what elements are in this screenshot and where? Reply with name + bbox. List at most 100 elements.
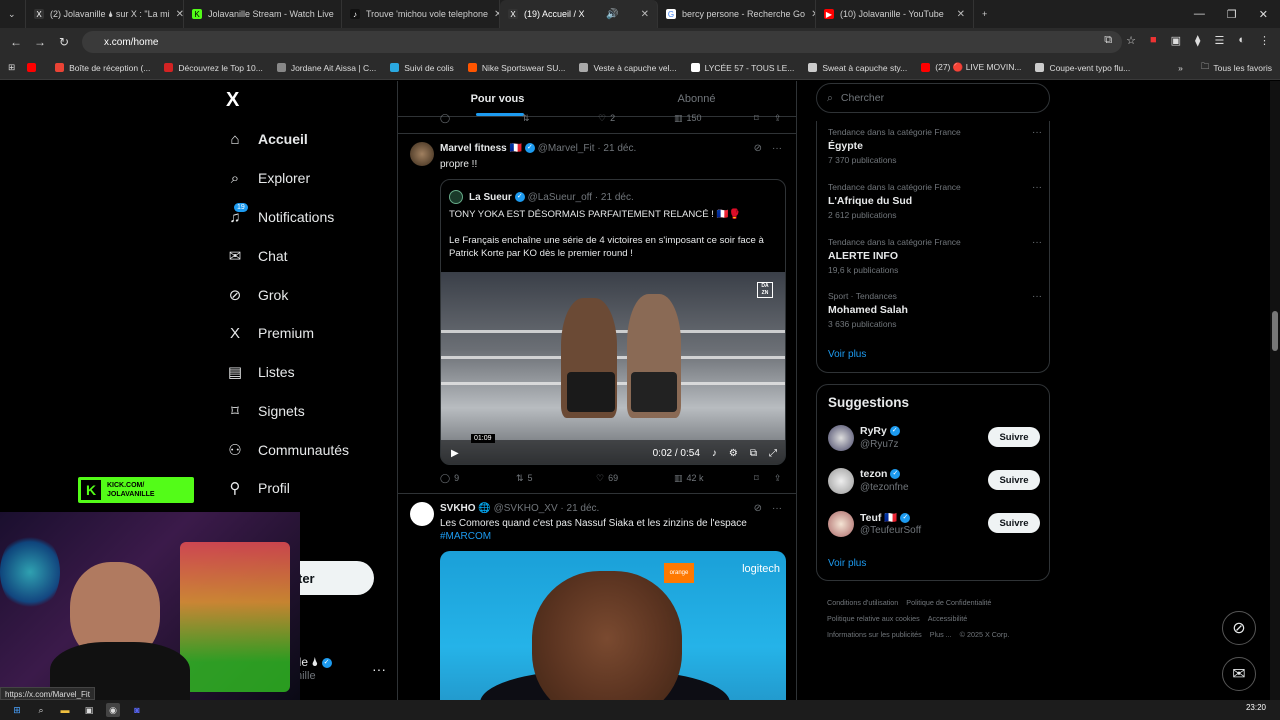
bookmark-item[interactable] (27, 63, 41, 72)
settings-icon[interactable]: ⚙ (729, 448, 738, 459)
more-dots-icon[interactable]: ··· (772, 503, 782, 514)
follow-button[interactable]: Suivre (988, 513, 1040, 533)
nav-chat[interactable]: ✉ Chat (220, 241, 288, 271)
messages-float-button[interactable]: ✉ (1222, 657, 1256, 691)
suggestion-item[interactable]: tezon ✓ @tezonfne Suivre (828, 468, 1040, 498)
trend-item[interactable]: Tendance dans la catégorie France ALERTE … (828, 237, 1042, 275)
browser-tab-active[interactable]: X (19) Accueil / X 🔊 ✕ (500, 0, 658, 28)
scrollbar-thumb[interactable] (1272, 311, 1278, 351)
scrollbar[interactable] (1270, 81, 1280, 700)
more-dots-icon[interactable]: ··· (372, 661, 386, 677)
chrome-icon[interactable]: ◉ (106, 703, 120, 717)
share-icon[interactable]: ⇪ (774, 473, 782, 484)
reply-icon[interactable]: ◯ (440, 113, 450, 124)
nav-profil[interactable]: ⚲ Profil (220, 473, 290, 503)
bookmark-icon[interactable]: ⌑ (754, 473, 759, 484)
install-icon[interactable]: ⧉ (1104, 34, 1112, 47)
more-dots-icon[interactable]: ··· (1032, 182, 1042, 193)
reload-icon[interactable]: ↻ (52, 35, 76, 49)
like-button[interactable]: ♡ 2 (598, 113, 615, 124)
extension-icon[interactable]: ▣ (1171, 34, 1181, 47)
fullscreen-icon[interactable]: ⤢ (769, 448, 777, 459)
footer-link[interactable]: Politique de Confidentialité (906, 598, 991, 607)
footer-link[interactable]: Informations sur les publicités (827, 630, 922, 639)
follow-button[interactable]: Suivre (988, 470, 1040, 490)
extension-red-icon[interactable]: ■ (1150, 34, 1157, 47)
bookmark-item[interactable]: LYCÉE 57 - TOUS LE... (690, 63, 794, 73)
bookmark-item[interactable]: Jordane Ait Aissa | C... (276, 63, 376, 73)
volume-icon[interactable]: ♪ (712, 448, 717, 459)
nav-listes[interactable]: ▤ Listes (220, 357, 295, 387)
close-window-icon[interactable]: ✕ (1259, 8, 1268, 21)
all-bookmarks[interactable]: 🗀 Tous les favoris (1201, 61, 1272, 75)
forward-arrow-icon[interactable]: → (28, 35, 52, 49)
profile-avatar-icon[interactable]: ◐ (1238, 34, 1245, 47)
reply-button[interactable]: ◯ 9 (440, 473, 459, 484)
bookmark-item[interactable]: Coupe-vent typo flu... (1035, 63, 1130, 73)
nav-communautes[interactable]: ⚇ Communautés (220, 435, 349, 465)
avatar[interactable] (410, 502, 434, 526)
quoted-tweet[interactable]: La Sueur ✓ @LaSueur_off · 21 déc. TONY YO… (440, 179, 786, 465)
apps-grid-icon[interactable]: ⊞ (8, 62, 15, 73)
chevron-right-icon[interactable]: » (1178, 63, 1183, 73)
bookmark-item[interactable]: Nike Sportswear SU... (467, 63, 565, 73)
trends-show-more[interactable]: Voir plus (828, 349, 866, 360)
browser-tab[interactable]: ♪Trouve 'michou vole telephone✕ (342, 0, 500, 28)
close-icon[interactable]: ✕ (635, 9, 649, 20)
suggestions-show-more[interactable]: Voir plus (828, 558, 866, 569)
search-icon[interactable]: ⌕ (34, 703, 48, 717)
puzzle-icon[interactable]: ⧫ (1195, 34, 1200, 47)
close-icon[interactable]: ✕ (805, 9, 815, 20)
search-input[interactable]: ⌕ Chercher (816, 83, 1050, 113)
close-icon[interactable]: ✕ (170, 9, 183, 20)
close-icon[interactable]: ✕ (488, 9, 499, 20)
repost-button[interactable]: ⇅ 5 (516, 473, 533, 484)
nav-premium[interactable]: X Premium (220, 318, 314, 348)
suggestion-item[interactable]: RyRy ✓ @Ryu7z Suivre (828, 425, 1040, 455)
tweet-image[interactable]: orange logitech (440, 551, 786, 700)
account-switcher[interactable]: lle 🌢 ✓ nille (296, 655, 332, 682)
play-icon[interactable]: ▶ (451, 448, 459, 459)
footer-link[interactable]: Politique relative aux cookies (827, 614, 920, 623)
more-dots-icon[interactable]: ··· (1032, 127, 1042, 138)
more-dots-icon[interactable]: ··· (1032, 237, 1042, 248)
bookmark-icon[interactable]: ⌑ (754, 113, 759, 124)
discord-icon[interactable]: ◙ (130, 703, 144, 717)
share-icon[interactable]: ⇪ (774, 113, 782, 124)
bookmark-item[interactable]: Découvrez le Top 10... (164, 63, 263, 73)
back-arrow-icon[interactable]: ← (4, 35, 28, 49)
file-explorer-icon[interactable]: ▬ (58, 703, 72, 717)
bookmark-item[interactable]: (27) 🔴 LIVE MOVIN... (921, 62, 1021, 73)
new-tab-button[interactable]: + (974, 0, 1000, 28)
suggestion-item[interactable]: Teuf 🇫🇷 ✓ @TeufeurSoff Suivre (828, 511, 1040, 541)
menu-dots-icon[interactable]: ⋮ (1259, 34, 1270, 47)
follow-button[interactable]: Suivre (988, 427, 1040, 447)
close-icon[interactable]: ✕ (951, 9, 965, 20)
views-button[interactable]: ▥ 42 k (674, 473, 704, 484)
nav-accueil[interactable]: ⌂ Accueil (220, 124, 307, 154)
more-dots-icon[interactable]: ··· (1032, 291, 1042, 302)
nav-signets[interactable]: ⌑ Signets (220, 396, 305, 426)
nav-notifications[interactable]: ♫ 19 Notifications (220, 202, 334, 232)
grok-icon[interactable]: ⊘ (754, 143, 762, 154)
grok-float-button[interactable]: ⊘ (1222, 611, 1256, 645)
views-button[interactable]: ▥ 150 (674, 113, 702, 124)
video-player[interactable]: DA ZN 01:09 ▶ 0:02 / 0:54 ♪ ⚙ ⧉ ⤢ (441, 272, 785, 464)
trend-item[interactable]: Tendance dans la catégorie France L'Afriq… (828, 182, 1042, 220)
browser-tab[interactable]: KJolavanille Stream - Watch Live✕ (184, 0, 342, 28)
nav-grok[interactable]: ⊘ Grok (220, 280, 289, 310)
media-icon[interactable]: ☰ (1214, 34, 1224, 47)
footer-link[interactable]: Plus ... (930, 630, 952, 639)
footer-link[interactable]: Accessibilité (928, 614, 968, 623)
browser-tab[interactable]: Gbercy persone - Recherche Go✕ (658, 0, 816, 28)
bookmark-item[interactable]: Boîte de réception (... (55, 63, 150, 73)
url-field[interactable]: x.com/home (82, 31, 1122, 53)
bookmark-item[interactable]: Suivi de colis (390, 63, 454, 73)
footer-link[interactable]: Conditions d'utilisation (827, 598, 898, 607)
more-dots-icon[interactable]: ··· (772, 143, 782, 154)
bookmark-item[interactable]: Veste à capuche vel... (579, 63, 677, 73)
star-icon[interactable]: ☆ (1126, 34, 1136, 47)
hashtag-link[interactable]: #MARCOM (440, 530, 786, 543)
close-icon[interactable]: ✕ (334, 9, 341, 20)
browser-tab[interactable]: X (2) Jolavanille 🌢 sur X : "La mi ✕ (26, 0, 184, 28)
